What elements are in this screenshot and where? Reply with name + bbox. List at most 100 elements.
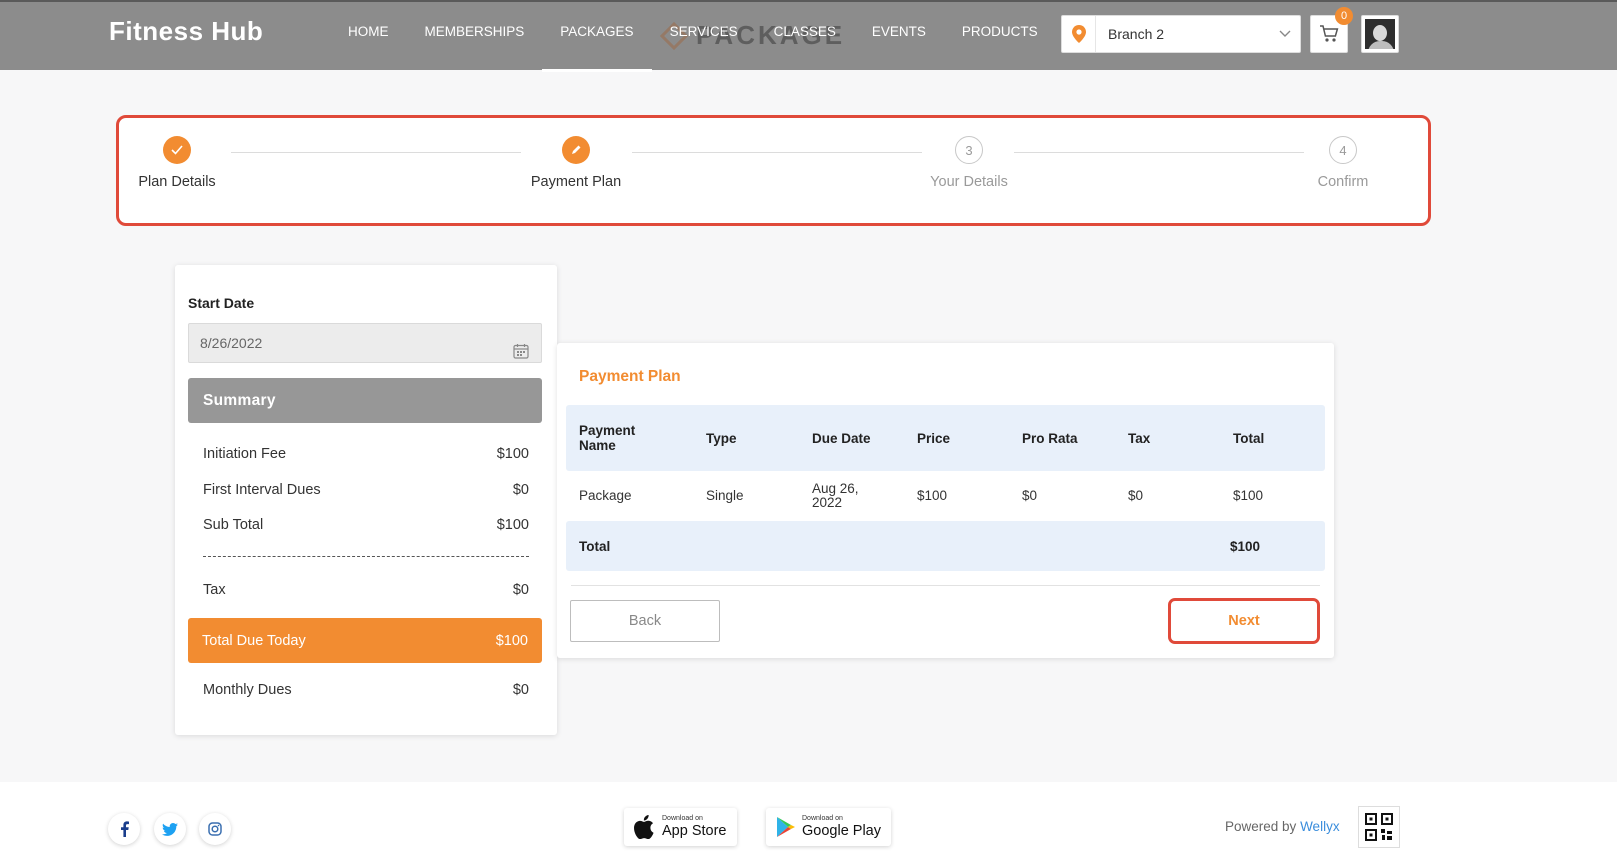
apple-icon	[634, 815, 654, 839]
row-value: $0	[512, 582, 529, 598]
nav-classes[interactable]: CLASSES	[756, 2, 854, 72]
start-date-input[interactable]: 8/26/2022	[188, 323, 542, 363]
summary-divider	[203, 556, 529, 557]
nav-products[interactable]: PRODUCTS	[944, 2, 1056, 72]
next-button[interactable]: Next	[1168, 598, 1320, 644]
main-nav: HOME MEMBERSHIPS PACKAGES SERVICES CLASS…	[330, 2, 1056, 72]
google-play-text: Google Play	[802, 823, 881, 839]
row-value: $100	[496, 517, 529, 533]
calendar-icon[interactable]	[513, 335, 529, 373]
card-divider	[571, 585, 1320, 586]
cell-payment-name: Package	[579, 488, 632, 503]
branch-value: Branch 2	[1108, 26, 1165, 42]
nav-events[interactable]: EVENTS	[854, 2, 944, 72]
nav-home[interactable]: HOME	[330, 2, 407, 72]
location-pin-icon	[1062, 16, 1096, 52]
powered-by-text: Powered by	[1225, 819, 1297, 834]
powered-by: Powered by Wellyx	[1225, 819, 1340, 834]
step-label: Plan Details	[138, 174, 216, 190]
total-due-value: $100	[495, 632, 528, 649]
total-due-label: Total Due Today	[202, 632, 306, 649]
summary-row-sub-total: Sub Total $100	[203, 517, 529, 533]
cell-type: Single	[706, 488, 744, 503]
google-play-badge[interactable]: Download on Google Play	[766, 808, 891, 846]
pencil-icon	[562, 136, 590, 164]
step-number: 4	[1329, 136, 1357, 164]
cart-button[interactable]: 0	[1310, 7, 1353, 53]
cell-price: $100	[917, 488, 948, 503]
google-play-small-text: Download on	[802, 815, 843, 822]
nav-memberships[interactable]: MEMBERSHIPS	[407, 2, 543, 72]
step-confirm[interactable]: 4 Confirm	[1263, 136, 1423, 190]
avatar-image	[1365, 19, 1395, 49]
cart-count-badge: 0	[1335, 7, 1353, 25]
nav-packages[interactable]: PACKAGES	[542, 2, 652, 72]
nav-services[interactable]: SERVICES	[652, 2, 756, 72]
total-label: Total	[579, 538, 611, 554]
summary-row-monthly-dues: Monthly Dues $0	[203, 682, 529, 698]
stepper-connector	[231, 152, 521, 153]
col-due-date: Due Date	[812, 430, 871, 446]
row-value: $0	[512, 682, 529, 698]
instagram-icon[interactable]	[199, 813, 231, 845]
twitter-icon[interactable]	[154, 813, 186, 845]
col-pro-rata: Pro Rata	[1022, 430, 1078, 446]
stepper-connector	[632, 152, 922, 153]
row-value: $0	[512, 482, 529, 498]
total-due-today: Total Due Today $100	[188, 618, 542, 663]
branch-select[interactable]: Branch 2	[1061, 15, 1301, 53]
qr-code-icon[interactable]	[1358, 806, 1400, 848]
cell-total: $100	[1233, 488, 1264, 503]
cell-due-date: Aug 26, 2022	[812, 481, 859, 510]
footer: Download on App Store Download on Google…	[0, 782, 1617, 865]
payment-plan-card: Payment Plan Payment Name Type Due Date …	[557, 343, 1334, 658]
chevron-down-icon	[1270, 30, 1300, 38]
summary-card: Start Date 8/26/2022 Summary Initiation …	[175, 265, 557, 735]
row-label: Tax	[203, 582, 226, 598]
row-label: Sub Total	[203, 517, 264, 533]
summary-row-tax: Tax $0	[203, 582, 529, 598]
col-type: Type	[706, 430, 737, 446]
col-total: Total	[1233, 430, 1265, 446]
brand-logo[interactable]: Fitness Hub	[109, 16, 263, 47]
cart-icon	[1320, 25, 1339, 42]
col-price: Price	[917, 430, 951, 446]
row-label: Initiation Fee	[203, 446, 287, 462]
row-label: First Interval Dues	[203, 482, 321, 498]
start-date-label: Start Date	[188, 295, 255, 311]
app-store-badge[interactable]: Download on App Store	[624, 808, 737, 846]
app-store-small-text: Download on	[662, 815, 703, 822]
top-header: Fitness Hub PACKAGE HOME MEMBERSHIPS PAC…	[0, 0, 1617, 72]
google-play-icon	[777, 817, 795, 837]
user-avatar[interactable]	[1361, 15, 1399, 53]
cell-tax: $0	[1128, 488, 1144, 503]
checkout-stepper: Plan Details Payment Plan 3 Your Details…	[116, 115, 1431, 226]
row-label: Monthly Dues	[203, 682, 292, 698]
cell-pro-rata: $0	[1022, 488, 1038, 503]
payment-plan-title: Payment Plan	[579, 368, 681, 385]
facebook-icon[interactable]	[108, 813, 140, 845]
app-store-text: App Store	[662, 823, 727, 839]
col-tax: Tax	[1128, 430, 1151, 446]
step-label: Confirm	[1317, 174, 1369, 190]
step-number: 3	[955, 136, 983, 164]
table-header: Payment Name Type Due Date Price Pro Rat…	[566, 405, 1325, 471]
step-label: Your Details	[930, 174, 1008, 190]
step-your-details[interactable]: 3 Your Details	[889, 136, 1049, 190]
stepper-connector	[1014, 152, 1304, 153]
total-value: $100	[1230, 538, 1261, 554]
wellyx-link[interactable]: Wellyx	[1300, 819, 1340, 834]
back-button[interactable]: Back	[570, 600, 720, 642]
summary-row-first-interval: First Interval Dues $0	[203, 482, 529, 498]
table-total-row: Total $100	[566, 521, 1325, 571]
col-payment-name: Payment Name	[579, 423, 636, 453]
step-payment-plan[interactable]: Payment Plan	[496, 136, 656, 190]
row-value: $100	[496, 446, 529, 462]
table-row: Package Single Aug 26, 2022 $100 $0 $0 $…	[566, 471, 1325, 521]
check-icon	[163, 136, 191, 164]
summary-row-initiation-fee: Initiation Fee $100	[203, 446, 529, 462]
step-plan-details[interactable]: Plan Details	[97, 136, 257, 190]
step-label: Payment Plan	[530, 174, 622, 190]
start-date-value: 8/26/2022	[200, 335, 263, 351]
summary-heading: Summary	[188, 378, 542, 423]
